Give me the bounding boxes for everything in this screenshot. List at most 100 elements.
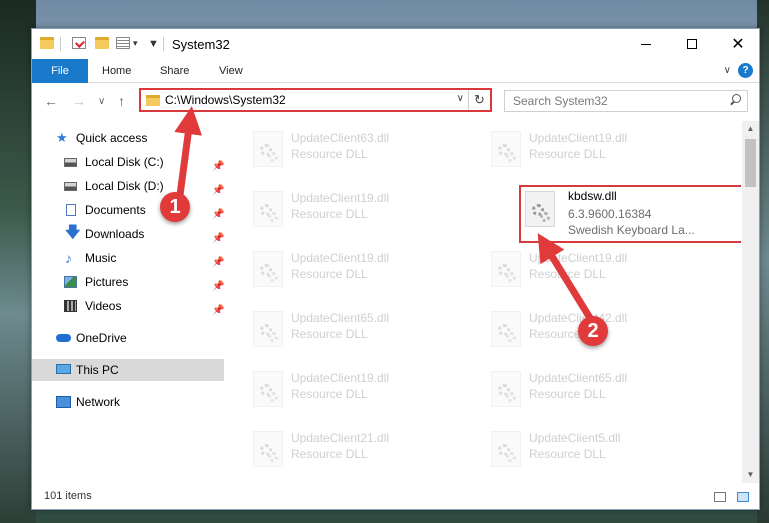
file-tile[interactable]: UpdateClient65.dll Resource DLL: [483, 365, 713, 417]
dll-file-icon: [253, 191, 283, 227]
sidebar-item-label: Local Disk (D:): [85, 179, 164, 193]
sidebar-item-quick-access[interactable]: ★ Quick access: [32, 127, 224, 149]
sidebar-item-label: Local Disk (C:): [85, 155, 164, 169]
file-tile[interactable]: UpdateClient21.dll Resource DLL: [245, 425, 475, 477]
search-icon[interactable]: [729, 94, 741, 106]
sidebar-item-videos[interactable]: Videos 📌: [32, 295, 224, 317]
search-input[interactable]: Search System32: [504, 90, 748, 112]
expand-ribbon-icon[interactable]: ∨: [724, 65, 731, 76]
file-name: UpdateClient21.dll: [291, 431, 390, 445]
file-tile[interactable]: UpdateClient63.dll Resource DLL: [245, 125, 475, 177]
minimize-button[interactable]: [623, 29, 669, 59]
dll-file-icon: [253, 311, 283, 347]
back-button[interactable]: ←: [44, 93, 58, 109]
scroll-thumb[interactable]: [745, 139, 756, 187]
file-name: UpdateClient42.dll: [529, 311, 628, 325]
item-count: 101 items: [44, 490, 92, 502]
sidebar-item-downloads[interactable]: 🡇 Downloads 📌: [32, 223, 224, 245]
file-tile[interactable]: UpdateClient65.dll Resource DLL: [245, 305, 475, 357]
sidebar-item-this-pc[interactable]: This PC: [32, 359, 224, 381]
file-name: UpdateClient65.dll: [529, 371, 628, 385]
sidebar-item-label: Downloads: [85, 227, 145, 241]
pin-icon[interactable]: 📌: [212, 300, 224, 322]
file-name: UpdateClient5.dll: [529, 431, 621, 445]
file-tile[interactable]: UpdateClient19.dll Resource DLL: [245, 185, 475, 237]
address-path[interactable]: C:\Windows\System32: [165, 93, 286, 107]
documents-icon: [66, 204, 76, 216]
step-2-badge: 2: [578, 316, 608, 346]
file-type: Resource DLL: [291, 207, 368, 221]
tab-view[interactable]: View: [209, 59, 253, 83]
sidebar-item-local-disk-c[interactable]: Local Disk (C:) 📌: [32, 151, 224, 173]
sidebar-item-label: Music: [85, 251, 117, 265]
dll-file-icon: [491, 371, 521, 407]
dll-file-icon: [491, 131, 521, 167]
file-version: 6.3.9600.16384: [568, 207, 652, 221]
sidebar-item-local-disk-d[interactable]: Local Disk (D:) 📌: [32, 175, 224, 197]
file-tile-kbdsw-dll[interactable]: kbdsw.dll 6.3.9600.16384 Swedish Keyboar…: [519, 185, 741, 243]
help-icon[interactable]: ?: [738, 63, 753, 78]
forward-button[interactable]: →: [72, 93, 86, 109]
file-tile[interactable]: UpdateClient19.dll Resource DLL: [245, 245, 475, 297]
sidebar-item-documents[interactable]: Documents 📌: [32, 199, 224, 221]
sidebar-item-label: This PC: [76, 363, 119, 377]
tab-file[interactable]: File: [32, 59, 88, 83]
dll-file-icon: [253, 431, 283, 467]
refresh-icon: ↻: [474, 92, 485, 107]
minimize-icon: [641, 43, 651, 45]
sidebar-item-network[interactable]: Network: [32, 391, 224, 413]
details-view-icon[interactable]: [714, 492, 726, 502]
file-type: Resource DLL: [291, 147, 368, 161]
sidebar-item-pictures[interactable]: Pictures 📌: [32, 271, 224, 293]
divider: [60, 37, 61, 51]
recent-locations-dropdown-icon[interactable]: ∨: [98, 96, 105, 107]
sidebar-item-label: Documents: [85, 203, 146, 217]
dll-file-icon: [491, 251, 521, 287]
maximize-button[interactable]: [669, 29, 715, 59]
file-name: UpdateClient19.dll: [529, 131, 628, 145]
file-name: UpdateClient63.dll: [291, 131, 390, 145]
file-type: Resource DLL: [529, 267, 606, 281]
file-tile[interactable]: UpdateClient19.dll Resource DLL: [483, 245, 713, 297]
tiles-view-icon[interactable]: [737, 492, 749, 502]
file-type: Resource DLL: [529, 147, 606, 161]
file-type: Resource DLL: [291, 267, 368, 281]
properties-icon[interactable]: [72, 37, 86, 49]
up-button[interactable]: ↑: [118, 93, 125, 109]
computer-icon: [56, 364, 71, 374]
customize-toolbar-dropdown-icon[interactable]: ▾: [133, 38, 138, 49]
rename-icon[interactable]: [116, 37, 130, 49]
file-tile[interactable]: UpdateClient19.dll Resource DLL: [245, 365, 475, 417]
file-type: Resource DLL: [529, 447, 606, 461]
dll-file-icon: [253, 131, 283, 167]
pictures-icon: [64, 276, 77, 288]
file-description: Swedish Keyboard La...: [568, 223, 695, 237]
address-dropdown-icon[interactable]: ∨: [457, 93, 464, 104]
step-1-badge: 1: [160, 192, 190, 222]
file-tile[interactable]: UpdateClient19.dll Resource DLL: [483, 125, 713, 177]
scroll-up-button[interactable]: ▲: [742, 121, 759, 137]
chevron-down-icon[interactable]: ▼: [148, 38, 159, 50]
scroll-down-button[interactable]: ▼: [742, 467, 759, 483]
music-icon: ♪: [65, 250, 72, 266]
sidebar-item-music[interactable]: ♪ Music 📌: [32, 247, 224, 269]
file-name: UpdateClient19.dll: [291, 371, 390, 385]
sidebar-item-label: Quick access: [76, 131, 148, 145]
vertical-scrollbar[interactable]: ▲ ▼: [742, 121, 759, 483]
file-name: kbdsw.dll: [568, 189, 617, 203]
refresh-button[interactable]: ↻: [468, 90, 490, 110]
sidebar-item-label: Pictures: [85, 275, 129, 289]
tab-home[interactable]: Home: [92, 59, 141, 83]
close-icon: ✕: [731, 36, 745, 53]
file-type: Resource DLL: [291, 447, 368, 461]
close-button[interactable]: ✕: [715, 29, 761, 59]
sidebar-item-onedrive[interactable]: OneDrive: [32, 327, 224, 349]
file-tile[interactable]: UpdateClient5.dll Resource DLL: [483, 425, 713, 477]
new-folder-icon[interactable]: [95, 37, 109, 49]
address-bar[interactable]: C:\Windows\System32 ∨ ↻: [139, 88, 492, 112]
window-title: System32: [172, 37, 230, 52]
search-placeholder: Search System32: [513, 94, 608, 108]
dll-file-icon: [491, 311, 521, 347]
tab-share[interactable]: Share: [150, 59, 199, 83]
network-icon: [56, 396, 71, 408]
